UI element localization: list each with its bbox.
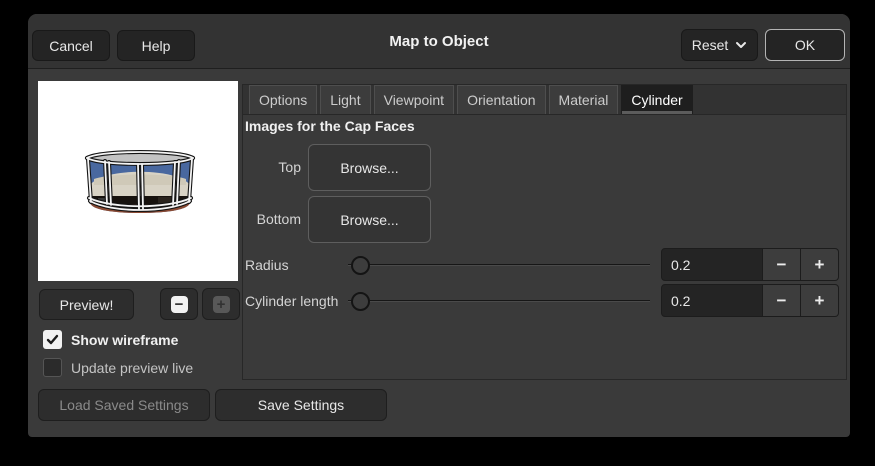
tab-light[interactable]: Light — [320, 85, 371, 114]
tab-options[interactable]: Options — [249, 85, 318, 114]
update-preview-live-row[interactable]: Update preview live — [43, 358, 193, 377]
update-preview-live-checkbox[interactable] — [43, 358, 62, 377]
cap-faces-heading: Images for the Cap Faces — [245, 118, 415, 134]
map-to-object-dialog: Cancel Help Map to Object Reset OK Previ… — [28, 14, 850, 437]
show-wireframe-label: Show wireframe — [71, 331, 179, 348]
show-wireframe-row[interactable]: Show wireframe — [43, 330, 178, 349]
tab-cylinder[interactable]: Cylinder — [621, 85, 693, 114]
cylinder-length-decrement-button[interactable]: − — [763, 284, 801, 317]
cylinder-length-slider-knob[interactable] — [351, 291, 370, 311]
bottom-label: Bottom — [256, 211, 301, 227]
preview-area[interactable] — [38, 81, 238, 281]
help-button[interactable]: Help — [117, 30, 195, 61]
cylinder-length-increment-button[interactable]: + — [801, 284, 839, 317]
preview-button[interactable]: Preview! — [39, 289, 134, 320]
ok-button[interactable]: OK — [765, 29, 845, 61]
tab-viewpoint[interactable]: Viewpoint — [373, 85, 455, 114]
radius-value-input[interactable]: 0.2 — [661, 248, 763, 281]
zoom-in-button[interactable]: + — [202, 288, 240, 320]
radius-spinner: 0.2 − + — [661, 248, 839, 281]
reset-button-label: Reset — [691, 37, 729, 53]
radius-slider[interactable] — [348, 255, 650, 275]
reset-button[interactable]: Reset — [681, 29, 758, 61]
radius-slider-track — [348, 264, 650, 266]
top-label: Top — [278, 159, 301, 175]
radius-label: Radius — [245, 257, 289, 273]
radius-decrement-button[interactable]: − — [763, 248, 801, 281]
radius-slider-knob[interactable] — [351, 255, 370, 275]
top-browse-button[interactable]: Browse... — [308, 144, 431, 191]
cylinder-length-value-input[interactable]: 0.2 — [661, 284, 763, 317]
cancel-button[interactable]: Cancel — [32, 30, 110, 61]
show-wireframe-checkbox[interactable] — [43, 330, 62, 349]
bottom-browse-button[interactable]: Browse... — [308, 196, 431, 243]
cylinder-length-slider[interactable] — [348, 291, 650, 311]
preview-render — [85, 150, 195, 213]
settings-panel: Options Light Viewpoint Orientation Mate… — [242, 84, 847, 380]
chevron-down-icon — [736, 42, 747, 48]
radius-increment-button[interactable]: + — [801, 248, 839, 281]
tab-orientation[interactable]: Orientation — [457, 85, 546, 114]
load-saved-settings-button[interactable]: Load Saved Settings — [38, 389, 210, 421]
minus-icon: − — [170, 295, 188, 313]
cylinder-length-label: Cylinder length — [245, 293, 339, 309]
plus-icon: + — [212, 295, 230, 313]
check-icon — [46, 334, 59, 345]
cylinder-length-spinner: 0.2 − + — [661, 284, 839, 317]
dialog-titlebar: Cancel Help Map to Object Reset OK — [28, 14, 850, 69]
update-preview-live-label: Update preview live — [71, 359, 194, 376]
tab-material[interactable]: Material — [548, 85, 619, 114]
save-settings-button[interactable]: Save Settings — [215, 389, 387, 421]
cylinder-length-slider-track — [348, 300, 650, 302]
tab-bar: Options Light Viewpoint Orientation Mate… — [243, 85, 846, 115]
zoom-out-button[interactable]: − — [160, 288, 198, 320]
